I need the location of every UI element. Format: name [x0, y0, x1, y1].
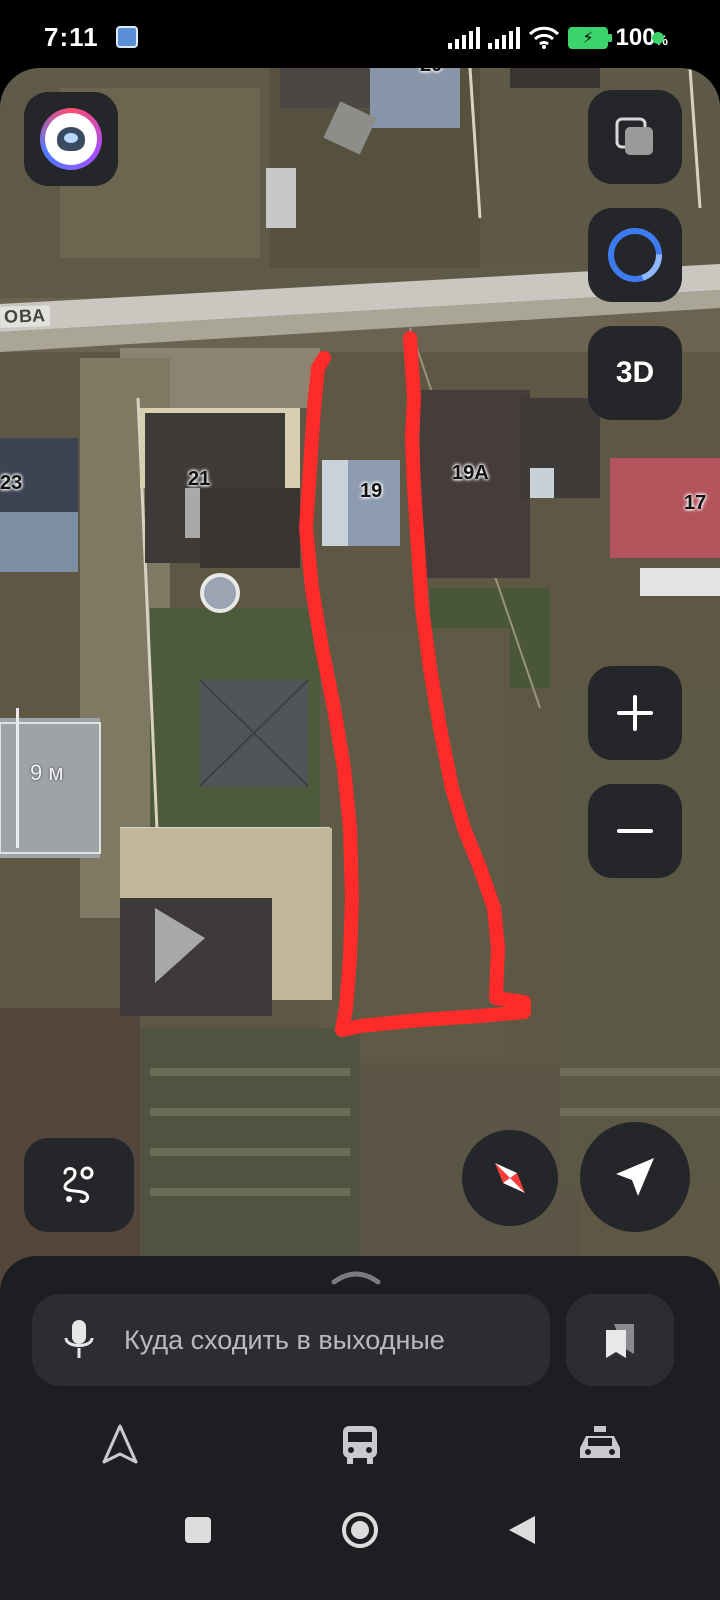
battery-icon: ⚡ — [567, 27, 612, 49]
alice-icon — [608, 228, 662, 282]
navigator-icon — [102, 1424, 138, 1464]
map-view[interactable]: ОВА 23 21 19 19А 17 20 9 м 3D — [0, 68, 720, 1300]
street-label: ОВА — [0, 305, 51, 328]
route-icon — [63, 1166, 94, 1203]
taxi-icon — [580, 1426, 620, 1458]
house-number-23: 23 — [0, 472, 23, 494]
avatar-icon — [40, 108, 102, 170]
mic-icon[interactable] — [62, 1318, 96, 1362]
layers-icon — [615, 117, 653, 155]
house-number-19: 19 — [360, 480, 383, 502]
locate-arrow-icon — [616, 1158, 654, 1196]
house-number-19a: 19А — [452, 462, 489, 484]
gallery-notification-icon — [116, 26, 138, 48]
expand-handle-icon[interactable] — [330, 1268, 382, 1286]
minus-icon — [617, 829, 653, 833]
tab-taxi[interactable] — [570, 1414, 630, 1474]
privacy-indicator-dot — [652, 32, 664, 44]
my-location-button[interactable] — [580, 1122, 690, 1232]
bookmarks-icon — [606, 1324, 634, 1358]
status-bar: 7:11 ⚡ 100% — [0, 0, 720, 72]
tab-transit[interactable] — [330, 1414, 390, 1474]
zoom-in-button[interactable] — [588, 666, 682, 760]
house-number-17: 17 — [684, 492, 707, 514]
scale-label: 9 м — [30, 760, 64, 785]
status-time: 7:11 — [44, 22, 99, 52]
home-button[interactable] — [338, 1508, 382, 1552]
bottom-sheet[interactable]: Куда сходить в выходные — [0, 1256, 720, 1600]
square-icon — [185, 1517, 211, 1543]
status-icons: ⚡ 100% — [447, 24, 668, 52]
wifi-icon — [528, 26, 559, 49]
3d-mode-button[interactable]: 3D — [588, 326, 682, 420]
house-number-20: 20 — [420, 68, 442, 77]
search-bar[interactable]: Куда сходить в выходные — [32, 1294, 550, 1386]
alice-assistant-button[interactable] — [588, 208, 682, 302]
layers-button[interactable] — [588, 90, 682, 184]
signal-icon — [447, 27, 480, 49]
back-button[interactable] — [500, 1508, 544, 1552]
tab-navigator[interactable] — [90, 1414, 150, 1474]
compass-button[interactable] — [462, 1130, 558, 1226]
route-button[interactable] — [24, 1138, 134, 1232]
bus-icon — [343, 1426, 377, 1464]
triangle-back-icon — [509, 1516, 535, 1544]
compass-icon — [495, 1163, 525, 1193]
profile-button[interactable] — [24, 92, 118, 186]
recent-apps-button[interactable] — [176, 1508, 220, 1552]
system-navigation-bar — [0, 1484, 720, 1574]
signal-icon-2 — [487, 27, 520, 49]
bookmarks-button[interactable] — [566, 1294, 674, 1386]
plus-icon — [617, 695, 653, 731]
zoom-out-button[interactable] — [588, 784, 682, 878]
house-number-21: 21 — [188, 468, 211, 490]
search-placeholder: Куда сходить в выходные — [124, 1324, 445, 1355]
scale-bar — [16, 708, 19, 848]
circle-icon — [342, 1512, 378, 1548]
